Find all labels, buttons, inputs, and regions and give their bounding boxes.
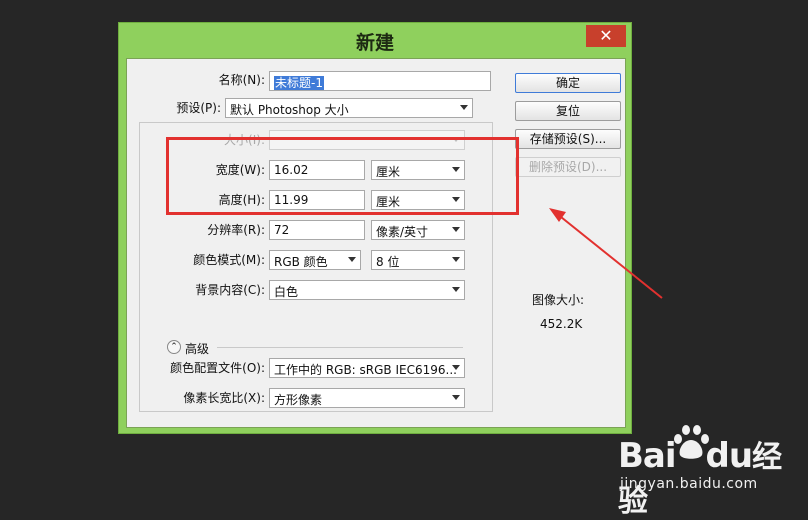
dialog-title: 新建 [355, 32, 394, 54]
chevron-down-icon [348, 257, 356, 262]
color-profile-select[interactable]: 工作中的 RGB: sRGB IEC6196... [269, 358, 465, 378]
pixel-aspect-select[interactable]: 方形像素 [269, 388, 465, 408]
background-label: 背景内容(C): [195, 283, 265, 297]
color-mode-value: RGB 颜色 [274, 255, 328, 269]
watermark-brand-du: du [705, 436, 754, 476]
ok-button[interactable]: 确定 [515, 73, 621, 93]
watermark-brand-left: Bai [618, 436, 677, 476]
new-document-dialog: 新建 ✕ 名称(N): 未标题-1 预设(P): 默认 Photoshop 大小… [118, 22, 632, 434]
resolution-input[interactable]: 72 [269, 220, 365, 240]
background-value: 白色 [274, 285, 299, 299]
baidu-jingyan-watermark: Bai du经验 jingyan.baidu.com [612, 418, 802, 519]
close-button[interactable]: ✕ [586, 25, 626, 47]
name-label: 名称(N): [218, 73, 265, 87]
preset-select[interactable]: 默认 Photoshop 大小 [225, 98, 473, 118]
save-preset-button[interactable]: 存储预设(S)... [515, 129, 621, 149]
preset-select-value: 默认 Photoshop 大小 [230, 103, 349, 117]
resolution-label: 分辨率(R): [207, 223, 265, 237]
chevron-down-icon [452, 287, 460, 292]
close-icon: ✕ [599, 26, 613, 45]
bit-depth-select[interactable]: 8 位 [371, 250, 465, 270]
preset-label: 预设(P): [176, 101, 221, 115]
chevron-down-icon [452, 227, 460, 232]
chevron-down-icon [452, 257, 460, 262]
collapse-advanced-icon[interactable]: ⌃ [167, 340, 181, 354]
pixel-aspect-label: 像素长宽比(X): [183, 391, 265, 405]
bit-depth-value: 8 位 [376, 255, 400, 269]
watermark-url: jingyan.baidu.com [620, 476, 758, 492]
background-select[interactable]: 白色 [269, 280, 465, 300]
resolution-unit-select[interactable]: 像素/英寸 [371, 220, 465, 240]
name-input-value: 未标题-1 [274, 76, 324, 90]
image-size-value: 452.2K [540, 317, 583, 331]
dialog-body: 名称(N): 未标题-1 预设(P): 默认 Photoshop 大小 大小(I… [126, 58, 626, 428]
color-profile-value: 工作中的 RGB: sRGB IEC6196... [274, 363, 457, 377]
color-profile-label: 颜色配置文件(O): [170, 361, 265, 375]
title-bar[interactable]: 新建 ✕ [118, 22, 632, 58]
delete-preset-button[interactable]: 删除预设(D)... [515, 157, 621, 177]
chevron-down-icon [452, 395, 460, 400]
chevron-down-icon [452, 365, 460, 370]
resolution-unit-value: 像素/英寸 [376, 225, 429, 239]
chevron-down-icon [460, 105, 468, 110]
reset-button[interactable]: 复位 [515, 101, 621, 121]
advanced-label[interactable]: 高级 [185, 342, 209, 356]
name-input[interactable]: 未标题-1 [269, 71, 491, 91]
image-size-label: 图像大小: [532, 293, 585, 307]
pixel-aspect-value: 方形像素 [274, 393, 323, 407]
advanced-divider [217, 347, 463, 348]
color-mode-label: 颜色模式(M): [193, 253, 265, 267]
color-mode-select[interactable]: RGB 颜色 [269, 250, 361, 270]
highlight-box [166, 137, 519, 215]
